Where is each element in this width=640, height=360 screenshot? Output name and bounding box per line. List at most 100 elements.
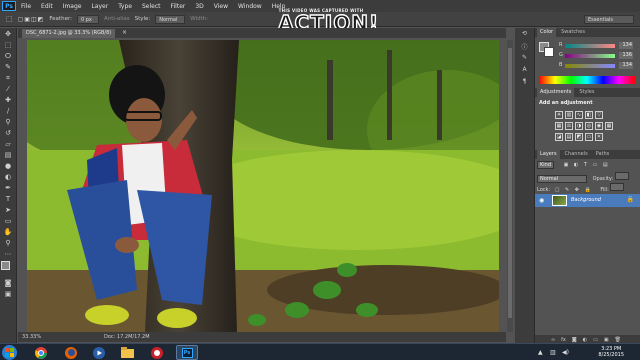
fx-icon[interactable]: fx: [561, 337, 566, 343]
document-tab[interactable]: DSC_6871-2.jpg @ 33.3% (RGB/8): [22, 29, 116, 38]
layer-row-background[interactable]: ◉ Background 🔒: [535, 194, 640, 207]
selection-mode-icons[interactable]: ▢▣◫◩: [18, 16, 45, 23]
vertical-scrollbar[interactable]: [507, 40, 513, 332]
path-selection-tool-icon[interactable]: ➤: [2, 205, 14, 215]
green-track[interactable]: [565, 54, 615, 58]
clone-stamp-tool-icon[interactable]: ⚲: [2, 117, 14, 127]
menu-filter[interactable]: Filter: [166, 3, 191, 10]
volume-icon[interactable]: ◀): [562, 349, 569, 356]
file-explorer-taskbar-icon[interactable]: [116, 345, 138, 360]
menu-view[interactable]: View: [209, 3, 233, 10]
photoshop-taskbar-icon[interactable]: Ps: [176, 345, 198, 360]
red-slider[interactable]: R 134: [559, 42, 639, 49]
hue-saturation-icon[interactable]: ▦: [555, 122, 563, 130]
feather-input[interactable]: 0 px: [76, 14, 99, 24]
threshold-icon[interactable]: ◩: [575, 133, 583, 141]
show-hidden-icons[interactable]: ▲: [538, 349, 543, 356]
tab-adjustments[interactable]: Adjustments: [537, 88, 575, 97]
tab-paths[interactable]: Paths: [593, 150, 613, 159]
lasso-tool-icon[interactable]: ⵔ: [2, 51, 14, 61]
menu-edit[interactable]: Edit: [36, 3, 58, 10]
healing-brush-tool-icon[interactable]: ✚: [2, 95, 14, 105]
green-slider[interactable]: G 136: [559, 52, 639, 59]
menu-image[interactable]: Image: [58, 3, 87, 10]
invert-icon[interactable]: ◪: [555, 133, 563, 141]
posterize-icon[interactable]: ▤: [565, 133, 573, 141]
close-tab-icon[interactable]: ×: [122, 29, 127, 36]
record-taskbar-icon[interactable]: [146, 345, 168, 360]
blue-value[interactable]: 134: [619, 62, 633, 69]
green-value[interactable]: 136: [619, 52, 633, 59]
tab-swatches[interactable]: Swatches: [558, 28, 588, 37]
opacity-input[interactable]: [614, 172, 629, 180]
visibility-eye-icon[interactable]: ◉: [539, 197, 544, 204]
eyedropper-tool-icon[interactable]: ⁄: [2, 84, 14, 94]
shape-tool-icon[interactable]: ▭: [2, 216, 14, 226]
quick-select-tool-icon[interactable]: ✎: [2, 62, 14, 72]
channel-mixer-icon[interactable]: ◉: [595, 122, 603, 130]
blue-slider[interactable]: B 134: [559, 62, 639, 69]
start-button[interactable]: [2, 345, 17, 360]
marquee-tool-icon[interactable]: ⬚: [6, 15, 13, 23]
blend-mode-select[interactable]: Normal: [537, 175, 587, 183]
layer-name[interactable]: Background: [571, 197, 601, 203]
gradient-tool-icon[interactable]: ▤: [2, 150, 14, 160]
hand-tool-icon[interactable]: ✋: [2, 227, 14, 237]
red-value[interactable]: 134: [619, 42, 633, 49]
screen-mode-icon[interactable]: ▣: [2, 289, 14, 299]
chrome-taskbar-icon[interactable]: [30, 345, 52, 360]
vibrance-icon[interactable]: ▽: [595, 111, 603, 119]
properties-panel-icon[interactable]: ⓘ: [519, 42, 531, 52]
brush-panel-icon[interactable]: ✎: [519, 54, 531, 64]
blur-tool-icon[interactable]: ●: [2, 161, 14, 171]
firefox-taskbar-icon[interactable]: [60, 345, 82, 360]
tab-color[interactable]: Color: [537, 28, 557, 37]
antialias-checkbox[interactable]: Anti-alias: [104, 16, 130, 22]
color-swatches[interactable]: [1, 261, 15, 277]
menu-window[interactable]: Window: [233, 3, 267, 10]
pen-tool-icon[interactable]: ✒: [2, 183, 14, 193]
character-panel-icon[interactable]: A: [519, 66, 531, 76]
curves-icon[interactable]: ∿: [575, 111, 583, 119]
photo-filter-icon[interactable]: ◎: [585, 122, 593, 130]
tab-styles[interactable]: Styles: [576, 88, 597, 97]
brightness-contrast-icon[interactable]: ☀: [555, 111, 563, 119]
type-tool-icon[interactable]: T: [2, 194, 14, 204]
fill-input[interactable]: [610, 183, 625, 191]
selective-color-icon[interactable]: ✕: [595, 133, 603, 141]
zoom-level[interactable]: 33.33%: [22, 332, 41, 342]
menu-file[interactable]: File: [16, 3, 36, 10]
crop-tool-icon[interactable]: ⌗: [2, 73, 14, 83]
dodge-tool-icon[interactable]: ◐: [2, 172, 14, 182]
levels-icon[interactable]: ▥: [565, 111, 573, 119]
eraser-tool-icon[interactable]: ▱: [2, 139, 14, 149]
new-group-icon[interactable]: ▭: [593, 337, 598, 343]
color-balance-icon[interactable]: ⚖: [565, 122, 573, 130]
menu-type[interactable]: Type: [113, 3, 137, 10]
red-track[interactable]: [565, 44, 615, 48]
gradient-map-icon[interactable]: ▭: [585, 133, 593, 141]
color-lookup-icon[interactable]: ▦: [605, 122, 613, 130]
menu-layer[interactable]: Layer: [86, 3, 113, 10]
menu-select[interactable]: Select: [137, 3, 166, 10]
marquee-tool-icon[interactable]: ⬚: [2, 40, 14, 50]
quick-mask-icon[interactable]: ◙: [2, 278, 14, 288]
add-mask-icon[interactable]: ◙: [572, 337, 577, 343]
tab-channels[interactable]: Channels: [562, 150, 591, 159]
media-player-taskbar-icon[interactable]: [88, 345, 110, 360]
taskbar-clock[interactable]: 3:23 PM 8/25/2015: [598, 346, 624, 358]
blue-track[interactable]: [565, 64, 615, 68]
new-layer-icon[interactable]: ▣: [604, 337, 609, 343]
menu-3d[interactable]: 3D: [190, 3, 208, 10]
history-brush-tool-icon[interactable]: ↺: [2, 128, 14, 138]
vertical-scroll-thumb[interactable]: [508, 48, 512, 318]
delete-layer-icon[interactable]: 🗑: [615, 337, 621, 343]
layer-filter-icons[interactable]: ▣ ◐ T ▭ ▤: [564, 162, 610, 168]
more-tools-icon[interactable]: ⋯: [2, 249, 14, 259]
layer-kind-select[interactable]: Kind: [537, 161, 555, 169]
black-white-icon[interactable]: ◑: [575, 122, 583, 130]
background-color-swatch[interactable]: [544, 47, 554, 57]
workspace-select[interactable]: Essentials: [584, 15, 634, 24]
new-adjustment-icon[interactable]: ◐: [583, 337, 587, 343]
brush-tool-icon[interactable]: ∕: [2, 106, 14, 116]
